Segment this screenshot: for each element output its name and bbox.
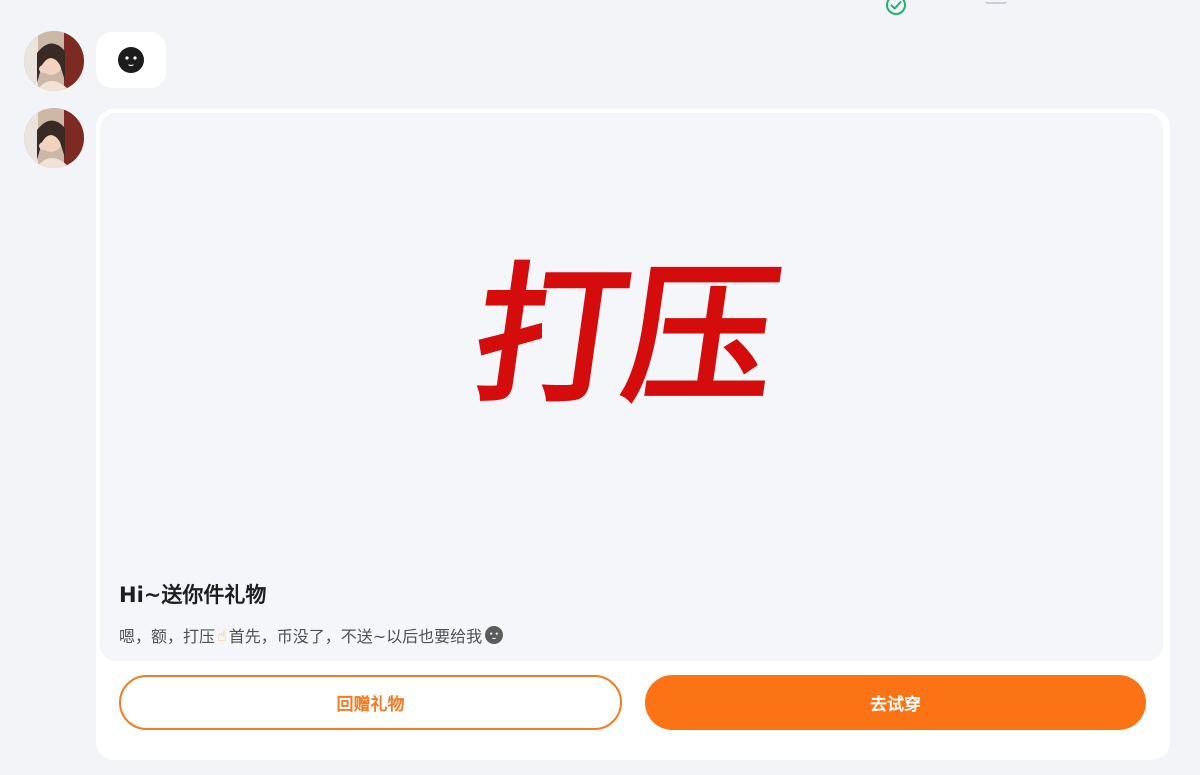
- try-on-button[interactable]: 去试穿: [645, 675, 1146, 730]
- check-circle-icon: [886, 0, 906, 15]
- gift-message-text: 首先，币没了，不送~以后也要给我: [228, 627, 483, 646]
- pointing-finger-emoji: ☝: [217, 625, 227, 645]
- gift-calligraphy-image: 打压: [464, 247, 789, 424]
- emoji-message-bubble: [96, 32, 166, 88]
- gift-title: Hi~送你件礼物: [119, 583, 267, 607]
- avatar[interactable]: [24, 108, 84, 168]
- return-gift-button[interactable]: 回赠礼物: [119, 675, 622, 730]
- avatar[interactable]: [24, 31, 84, 91]
- dark-face-emoji-icon: [118, 47, 144, 73]
- gift-card: 打压 Hi~送你件礼物 嗯，额，打压 ☝ 首先，币没了，不送~以后也要给我 回赠…: [96, 109, 1170, 760]
- gift-message-text: 嗯，额，打压: [119, 627, 216, 646]
- calligraphy-text: 打压: [464, 247, 789, 424]
- dark-face-emoji-icon: [485, 626, 504, 644]
- partial-icon: [985, 0, 1007, 4]
- gift-message: 嗯，额，打压 ☝ 首先，币没了，不送~以后也要给我: [119, 623, 504, 647]
